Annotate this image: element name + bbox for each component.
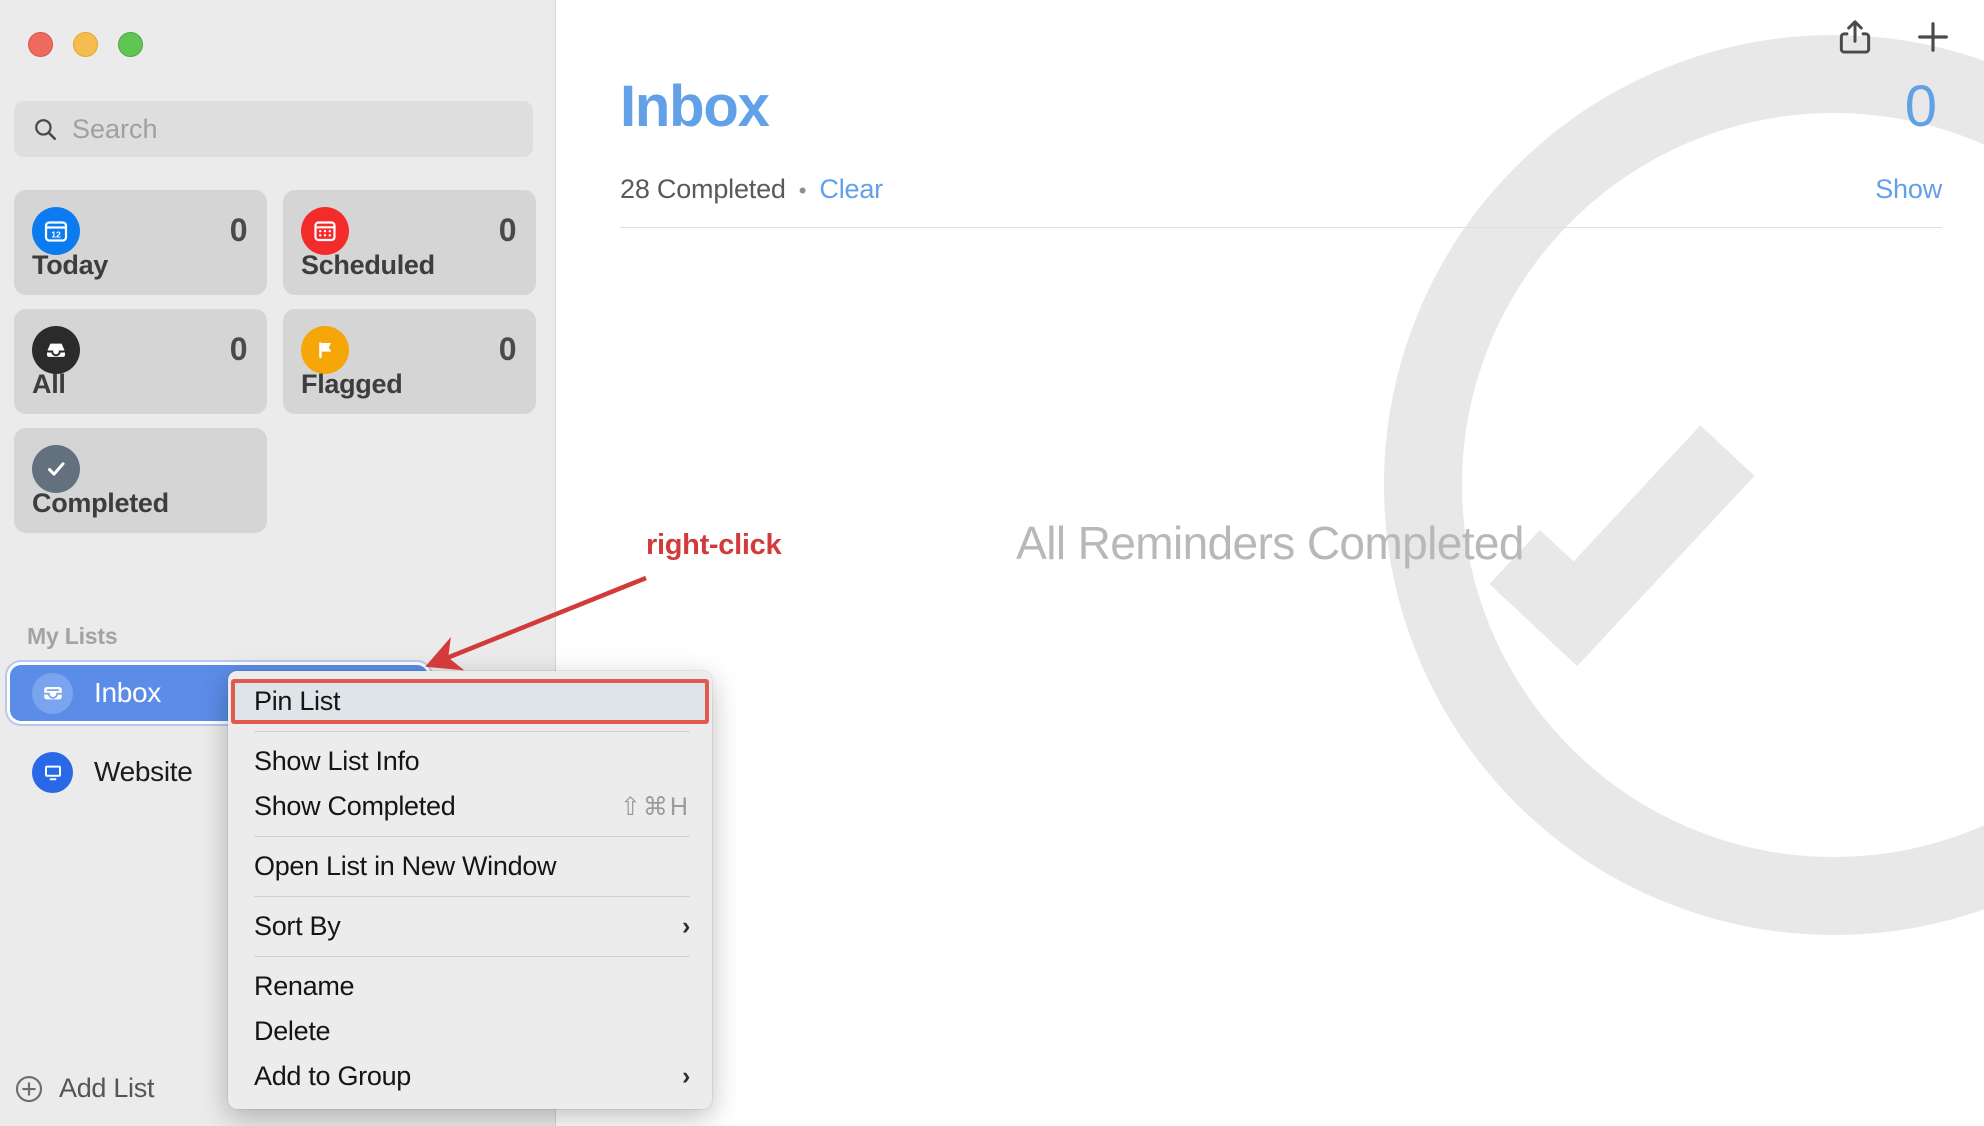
smart-card-scheduled[interactable]: 0 Scheduled [283, 190, 536, 295]
context-menu-separator [254, 836, 690, 837]
plus-icon[interactable] [1912, 16, 1954, 58]
context-menu-item-shortcut: ⇧⌘H [619, 792, 690, 821]
close-button[interactable] [28, 32, 53, 57]
completed-count-label: 28 Completed [620, 174, 786, 204]
smart-card-flagged[interactable]: 0 Flagged [283, 309, 536, 414]
context-menu-item-label: Sort By [254, 911, 341, 941]
context-menu-item-label: Pin List [254, 686, 341, 716]
main-content: Inbox 0 28 Completed • Clear Show All Re… [556, 0, 1984, 1126]
annotation-label: right-click [646, 529, 782, 561]
context-menu-item-label: Rename [254, 971, 355, 1001]
remaining-count: 0 [1904, 74, 1937, 139]
calendar-icon [301, 207, 349, 255]
context-menu-item-add-to-group[interactable]: Add to Group › [228, 1054, 712, 1099]
context-menu-item-sort-by[interactable]: Sort By › [228, 904, 712, 949]
monitor-icon [32, 751, 73, 793]
context-menu-item-show-completed[interactable]: Show Completed ⇧⌘H [228, 784, 712, 829]
search-icon [35, 119, 57, 141]
smart-lists-grid: 12 0 Today 0 Scheduled 0 All 0 Flagged C… [14, 190, 536, 533]
main-header: Inbox 0 28 Completed • Clear Show [556, 0, 1984, 228]
smart-card-label: All [32, 369, 66, 399]
smart-card-all[interactable]: 0 All [14, 309, 267, 414]
context-menu-item-label: Show Completed [254, 791, 456, 821]
smart-card-label: Flagged [301, 369, 403, 399]
context-menu-separator [254, 896, 690, 897]
context-menu-item-label: Open List in New Window [254, 851, 557, 881]
reminders-window: 12 0 Today 0 [0, 0, 1984, 1126]
sidebar-list-label: Website [94, 756, 193, 787]
add-list-label: Add List [59, 1073, 155, 1103]
smart-card-count: 0 [229, 212, 248, 248]
separator-dot: • [798, 178, 807, 203]
context-menu-item-pin-list[interactable]: Pin List [231, 679, 709, 724]
checkmark-icon [32, 445, 80, 493]
share-icon[interactable] [1834, 16, 1876, 58]
context-menu-item-show-list-info[interactable]: Show List Info [228, 739, 712, 784]
context-menu-item-label: Show List Info [254, 746, 420, 776]
calendar-today-icon: 12 [32, 207, 80, 255]
context-menu-item-delete[interactable]: Delete [228, 1009, 712, 1054]
sidebar-list-label: Inbox [94, 677, 161, 708]
context-menu-item-rename[interactable]: Rename [228, 964, 712, 1009]
context-menu-separator [254, 956, 690, 957]
smart-card-label: Today [32, 250, 109, 280]
smart-card-completed[interactable]: Completed [14, 428, 267, 533]
window-traffic-lights [28, 32, 143, 57]
page-title: Inbox [620, 74, 770, 139]
context-menu-item-label: Add to Group [254, 1061, 412, 1091]
chevron-right-icon: › [681, 912, 690, 940]
plus-circle-icon [15, 1075, 43, 1102]
context-menu-item-open-list-in-new-window[interactable]: Open List in New Window [228, 844, 712, 889]
smart-card-label: Completed [32, 488, 169, 518]
toolbar [1834, 16, 1954, 58]
chevron-right-icon: › [681, 1062, 690, 1090]
header-divider [620, 227, 1942, 228]
search-input[interactable] [72, 113, 515, 145]
smart-card-today[interactable]: 12 0 Today [14, 190, 267, 295]
smart-card-count: 0 [498, 331, 517, 367]
search-field[interactable] [14, 101, 533, 157]
inbox-icon [32, 672, 73, 714]
smart-card-count: 0 [498, 212, 517, 248]
inbox-tray-icon [32, 326, 80, 374]
my-lists-header: My Lists [27, 623, 118, 649]
zoom-button[interactable] [118, 32, 143, 57]
add-list-button[interactable]: Add List [14, 1073, 154, 1104]
svg-text:12: 12 [51, 229, 61, 239]
clear-button[interactable]: Clear [819, 174, 883, 205]
show-button[interactable]: Show [1875, 174, 1942, 205]
flag-icon [301, 326, 349, 374]
smart-card-count: 0 [229, 331, 248, 367]
context-menu-item-label: Delete [254, 1016, 331, 1046]
minimize-button[interactable] [73, 32, 98, 57]
smart-card-label: Scheduled [301, 250, 435, 280]
context-menu-separator [254, 731, 690, 732]
context-menu: Pin List Show List Info Show Completed ⇧… [228, 671, 712, 1109]
